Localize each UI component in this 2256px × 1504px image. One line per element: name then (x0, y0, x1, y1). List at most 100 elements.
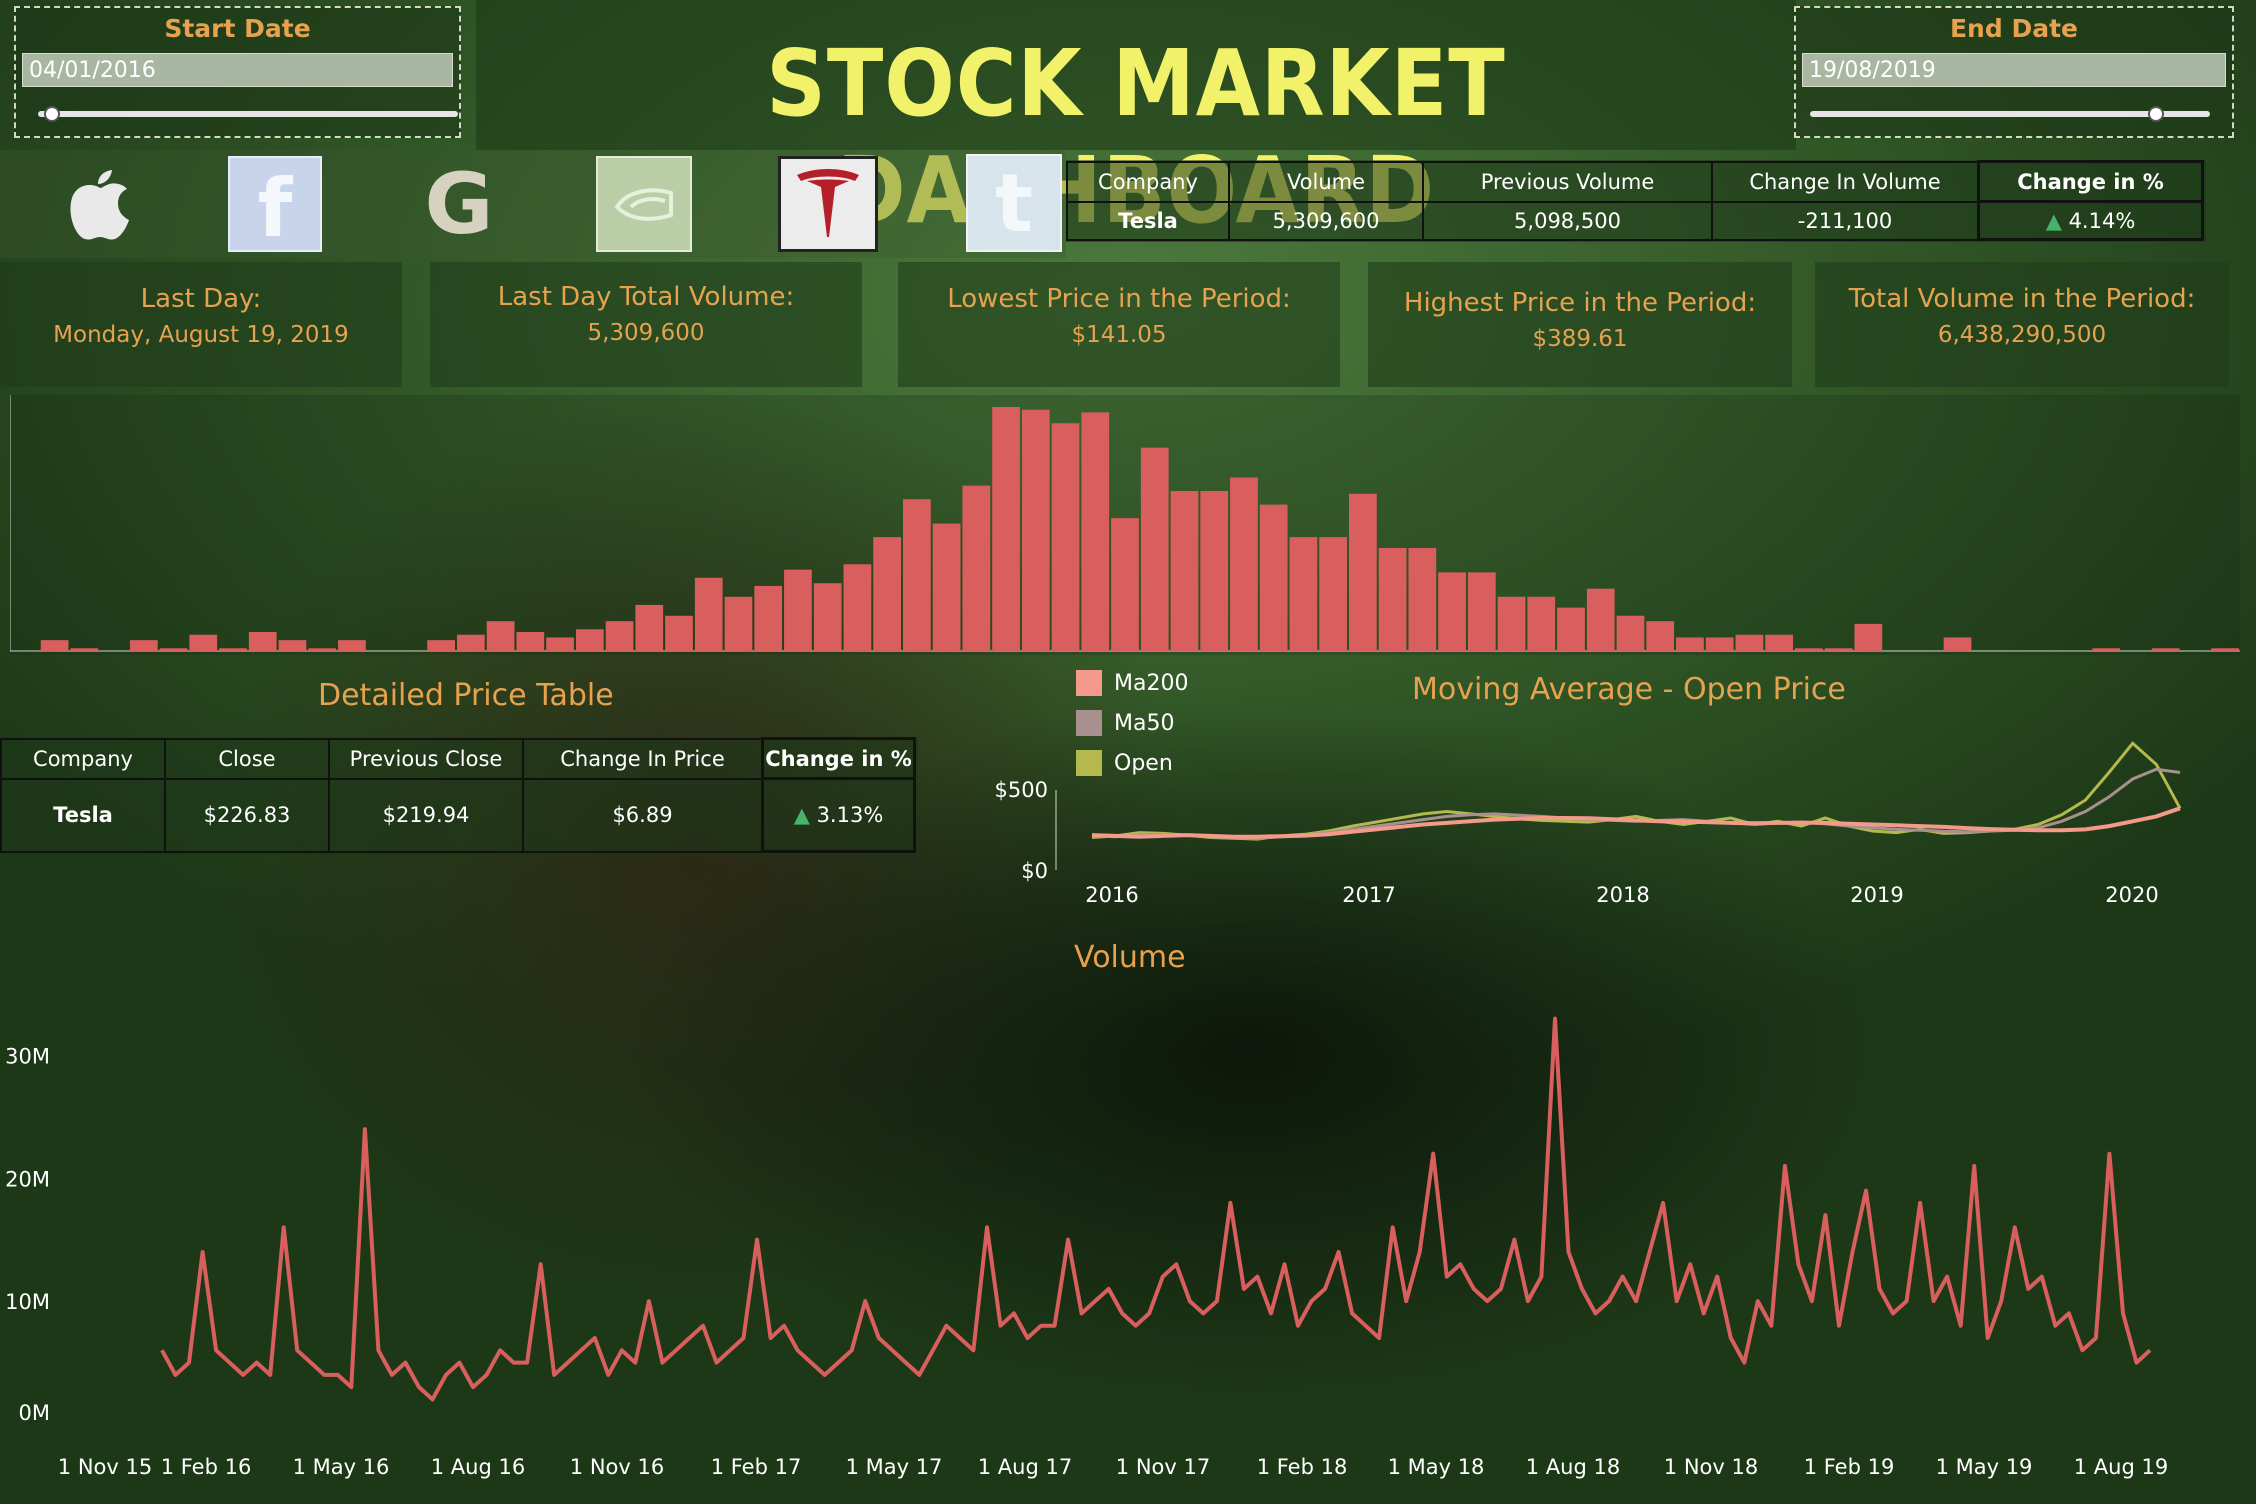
distribution-bar[interactable] (873, 537, 901, 651)
end-date-input[interactable]: 19/08/2019 (1802, 53, 2226, 87)
distribution-bar[interactable] (635, 604, 664, 651)
end-date-slider-thumb[interactable] (2148, 106, 2164, 122)
distribution-bar[interactable] (189, 634, 218, 651)
distribution-bar[interactable] (219, 648, 247, 651)
distribution-bar[interactable] (932, 523, 961, 651)
facebook-icon[interactable]: f (228, 156, 322, 255)
volume-table-grid: Company Volume Previous Volume Change In… (1066, 160, 2204, 241)
volume-x-tick: 1 Aug 16 (431, 1455, 525, 1479)
distribution-bar[interactable] (1527, 596, 1556, 651)
ma-x-tick: 2020 (2105, 883, 2158, 907)
distribution-bar[interactable] (1735, 634, 1764, 651)
kpi-last-day-volume-value: 5,309,600 (587, 320, 705, 346)
distribution-bar[interactable] (1557, 607, 1585, 651)
distribution-bar[interactable] (278, 640, 307, 651)
kpi-last-day-volume: Last Day Total Volume: 5,309,600 (430, 262, 862, 387)
start-date-slider-thumb[interactable] (44, 106, 60, 122)
distribution-bar[interactable] (1795, 648, 1823, 651)
distribution-bars (10, 395, 2240, 652)
price-header-pct: Change in % (761, 737, 916, 780)
volume-x-tick: 1 Aug 17 (978, 1455, 1072, 1479)
distribution-bar[interactable] (1021, 409, 1050, 651)
distribution-bar[interactable] (575, 629, 604, 651)
volume-header-previous: Previous Volume (1422, 160, 1713, 203)
ma-x-tick: 2019 (1850, 883, 1903, 907)
distribution-bar[interactable] (903, 499, 931, 651)
distribution-bar[interactable] (1438, 572, 1466, 651)
distribution-bar[interactable] (843, 564, 872, 651)
price-table-title: Detailed Price Table (318, 678, 614, 713)
distribution-bar[interactable] (1349, 493, 1377, 651)
volume-x-tick: 1 May 18 (1388, 1455, 1485, 1479)
kpi-lowest-price-label: Lowest Price in the Period: (947, 284, 1291, 314)
distribution-bar[interactable] (2211, 648, 2239, 651)
distribution-bar[interactable] (248, 632, 277, 651)
distribution-bar[interactable] (962, 485, 991, 651)
distribution-bar[interactable] (1111, 518, 1139, 651)
distribution-bar[interactable] (1646, 621, 1675, 651)
distribution-bar[interactable] (1616, 615, 1645, 651)
distribution-bar[interactable] (70, 648, 99, 651)
distribution-bar[interactable] (40, 640, 69, 651)
distribution-bar[interactable] (1140, 447, 1169, 651)
price-cell-change: $6.89 (522, 777, 764, 853)
distribution-bar[interactable] (1081, 412, 1110, 651)
distribution-bar[interactable] (1230, 477, 1258, 651)
end-date-label: End Date (1949, 14, 2078, 43)
distribution-bar[interactable] (1676, 637, 1704, 651)
distribution-bar[interactable] (754, 585, 783, 651)
distribution-bar[interactable] (1467, 572, 1496, 651)
distribution-bar[interactable] (1854, 623, 1883, 651)
distribution-bar[interactable] (1259, 504, 1288, 651)
distribution-bar[interactable] (1824, 648, 1853, 651)
distribution-bar[interactable] (784, 569, 812, 651)
distribution-bar[interactable] (1586, 588, 1615, 651)
distribution-bar[interactable] (1943, 637, 1972, 651)
start-date-input[interactable]: 04/01/2016 (22, 53, 453, 87)
distribution-bar[interactable] (427, 640, 455, 651)
distribution-bar[interactable] (159, 648, 188, 651)
google-icon[interactable]: G (412, 155, 506, 253)
nvidia-icon[interactable] (596, 156, 692, 252)
distribution-bar[interactable] (665, 615, 693, 651)
price-header-company: Company (0, 737, 166, 780)
price-header-close: Close (164, 737, 330, 780)
distribution-bar[interactable] (2092, 648, 2121, 651)
distribution-bar[interactable] (129, 640, 158, 651)
distribution-bar[interactable] (1378, 547, 1407, 651)
start-date-slider[interactable] (38, 111, 458, 117)
distribution-bar[interactable] (813, 583, 842, 651)
ma-x-tick: 2017 (1342, 883, 1395, 907)
distribution-bar[interactable] (1051, 423, 1080, 651)
apple-icon[interactable] (55, 158, 145, 250)
distribution-bar[interactable] (694, 577, 723, 651)
volume-title: Volume (1074, 940, 1186, 975)
distribution-bar[interactable] (605, 621, 634, 651)
distribution-bar[interactable] (992, 407, 1020, 651)
distribution-bar[interactable] (1497, 596, 1526, 651)
tesla-icon[interactable] (778, 156, 878, 252)
volume-x-tick: 1 Aug 19 (2074, 1455, 2168, 1479)
volume-series-line (160, 1016, 2152, 1402)
distribution-bar[interactable] (2151, 648, 2180, 651)
distribution-bar[interactable] (1408, 547, 1437, 651)
ma-y-tick: $500 (995, 778, 1048, 802)
distribution-bar[interactable] (486, 621, 515, 651)
distribution-bar[interactable] (724, 596, 753, 651)
distribution-bar[interactable] (1170, 491, 1199, 651)
volume-y-tick: 0M (19, 1401, 50, 1425)
distribution-bar[interactable] (308, 648, 337, 651)
twitter-icon[interactable]: t (966, 154, 1062, 252)
distribution-bar[interactable] (516, 632, 545, 651)
distribution-bar[interactable] (1289, 537, 1318, 651)
distribution-bar[interactable] (1765, 634, 1793, 651)
distribution-bar[interactable] (1705, 637, 1734, 651)
distribution-bar[interactable] (338, 640, 366, 651)
distribution-bar[interactable] (546, 637, 574, 651)
volume-table: Company Volume Previous Volume Change In… (1066, 160, 2206, 242)
kpi-last-day-volume-label: Last Day Total Volume: (497, 282, 795, 312)
distribution-bar[interactable] (1200, 491, 1229, 651)
distribution-bar[interactable] (1319, 537, 1347, 651)
up-triangle-icon: ▲ (793, 803, 810, 827)
distribution-bar[interactable] (457, 634, 485, 651)
